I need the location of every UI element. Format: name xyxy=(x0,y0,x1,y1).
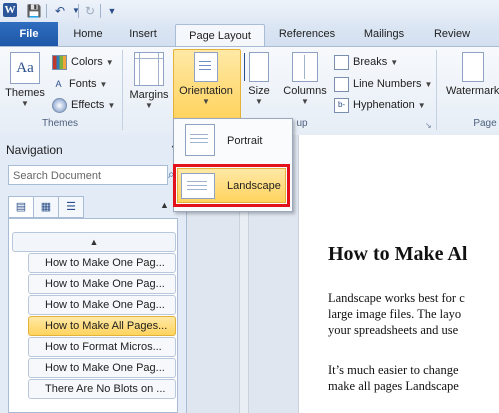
chevron-down-icon: ▼ xyxy=(105,58,114,67)
themes-icon: Aa xyxy=(10,52,40,84)
chevron-down-icon: ▼ xyxy=(301,97,309,106)
navigation-view-tabs: ▤ ▦ ☰ xyxy=(8,196,84,218)
breaks-button[interactable]: Breaks ▼ xyxy=(334,52,398,72)
list-item[interactable]: How to Make One Pag... xyxy=(28,253,176,273)
list-item[interactable]: How to Format Micros... xyxy=(28,337,176,357)
undo-icon[interactable]: ↶ xyxy=(52,3,68,19)
margins-button[interactable]: Margins ▼ xyxy=(127,50,171,110)
size-label: Size xyxy=(248,85,270,97)
document-paragraph-line: make all pages Landscape xyxy=(328,379,459,393)
landscape-option[interactable]: Landscape xyxy=(227,180,281,192)
effects-label: Effects xyxy=(71,99,105,111)
breaks-label: Breaks xyxy=(353,56,388,68)
effects-icon xyxy=(52,97,67,113)
chevron-down-icon: ▼ xyxy=(390,58,399,67)
toolbar-separator xyxy=(46,4,47,18)
tab-page-layout[interactable]: Page Layout xyxy=(175,24,265,47)
watermark-label: Watermark xyxy=(446,85,499,97)
chevron-down-icon: ▼ xyxy=(99,80,108,89)
scroll-up-icon[interactable]: ▲ xyxy=(160,200,169,210)
themes-group-label: Themes xyxy=(41,118,79,129)
list-item[interactable]: There Are No Blots on ... xyxy=(28,379,176,399)
orientation-label: Orientation xyxy=(179,85,233,97)
colors-icon xyxy=(52,54,67,70)
hyphenation-icon: b‑ xyxy=(334,97,349,113)
breaks-icon xyxy=(334,54,349,70)
columns-button[interactable]: Columns ▼ xyxy=(279,50,331,106)
document-paragraph-line: your spreadsheets and use xyxy=(328,323,459,337)
list-item[interactable]: How to Make One Pag... xyxy=(28,274,176,294)
toolbar-separator xyxy=(78,4,79,18)
list-item[interactable]: How to Make One Pag... xyxy=(28,295,176,315)
margins-icon xyxy=(134,52,164,86)
chevron-down-icon: ▼ xyxy=(255,97,263,106)
list-item[interactable]: How to Make One Pag... xyxy=(28,358,176,378)
document-paragraph-line: It’s much easier to change xyxy=(328,363,459,377)
watermark-button[interactable]: Watermark xyxy=(442,50,499,97)
collapse-all-button[interactable]: ▲ xyxy=(12,232,176,252)
watermark-icon xyxy=(462,52,484,82)
size-icon xyxy=(244,52,269,82)
document-paragraph-line: large image files. The layo xyxy=(328,307,462,321)
page-background-group-label: Page xyxy=(473,118,497,129)
fonts-button[interactable]: A Fonts ▼ xyxy=(52,74,107,94)
line-numbers-button[interactable]: Line Numbers ▼ xyxy=(334,74,432,94)
tab-insert[interactable]: Insert xyxy=(118,22,168,46)
colors-label: Colors xyxy=(71,56,103,68)
effects-button[interactable]: Effects ▼ xyxy=(52,95,115,115)
group-separator xyxy=(436,50,437,130)
columns-icon xyxy=(292,52,318,82)
word-app-icon[interactable]: W xyxy=(3,3,17,17)
save-icon[interactable]: 💾 xyxy=(26,3,42,19)
tab-file[interactable]: File xyxy=(0,22,58,46)
fonts-icon: A xyxy=(55,78,62,89)
orientation-icon xyxy=(194,52,218,82)
toolbar-separator xyxy=(100,4,101,18)
chevron-down-icon: ▼ xyxy=(424,80,433,89)
customize-toolbar-icon[interactable]: ▼ xyxy=(104,3,120,19)
headings-view-icon[interactable]: ▤ xyxy=(8,196,34,218)
navigation-title: Navigation xyxy=(6,143,63,157)
document-paragraph-line: Landscape works best for c xyxy=(328,291,465,305)
group-separator xyxy=(122,50,123,130)
chevron-down-icon: ▼ xyxy=(107,101,116,110)
redo-icon[interactable]: ↻ xyxy=(82,3,98,19)
orientation-button[interactable]: Orientation ▼ xyxy=(173,50,239,106)
tab-mailings[interactable]: Mailings xyxy=(352,22,416,46)
chevron-down-icon: ▼ xyxy=(21,99,29,108)
pages-view-icon[interactable]: ▦ xyxy=(33,196,59,218)
margins-label: Margins xyxy=(129,89,169,101)
hyphenation-label: Hyphenation xyxy=(353,99,415,111)
hyphenation-button[interactable]: b‑ Hyphenation ▼ xyxy=(334,95,426,115)
navigation-search-input[interactable]: Search Document xyxy=(8,165,168,185)
list-item-selected[interactable]: How to Make All Pages... xyxy=(28,316,176,336)
chevron-down-icon: ▼ xyxy=(145,101,153,110)
landscape-icon xyxy=(181,173,215,199)
line-numbers-icon xyxy=(334,76,349,92)
results-view-icon[interactable]: ☰ xyxy=(58,196,84,218)
themes-button[interactable]: Aa Themes ▼ xyxy=(3,50,47,108)
portrait-option[interactable]: Portrait xyxy=(227,135,262,147)
tab-home[interactable]: Home xyxy=(62,22,114,46)
portrait-icon xyxy=(185,124,215,156)
tab-review[interactable]: Review xyxy=(424,22,480,46)
line-numbers-label: Line Numbers xyxy=(353,78,422,90)
tab-references[interactable]: References xyxy=(269,22,345,46)
page-setup-group-label: up xyxy=(296,118,308,129)
fonts-label: Fonts xyxy=(69,78,97,90)
colors-button[interactable]: Colors ▼ xyxy=(52,52,114,72)
themes-label: Themes xyxy=(5,87,45,99)
chevron-down-icon: ▼ xyxy=(202,97,210,106)
document-heading: How to Make Al xyxy=(328,243,468,265)
chevron-down-icon: ▼ xyxy=(417,101,426,110)
columns-label: Columns xyxy=(283,85,327,97)
dialog-launcher-icon[interactable]: ↘ xyxy=(425,121,432,130)
size-button[interactable]: Size ▼ xyxy=(242,50,276,106)
